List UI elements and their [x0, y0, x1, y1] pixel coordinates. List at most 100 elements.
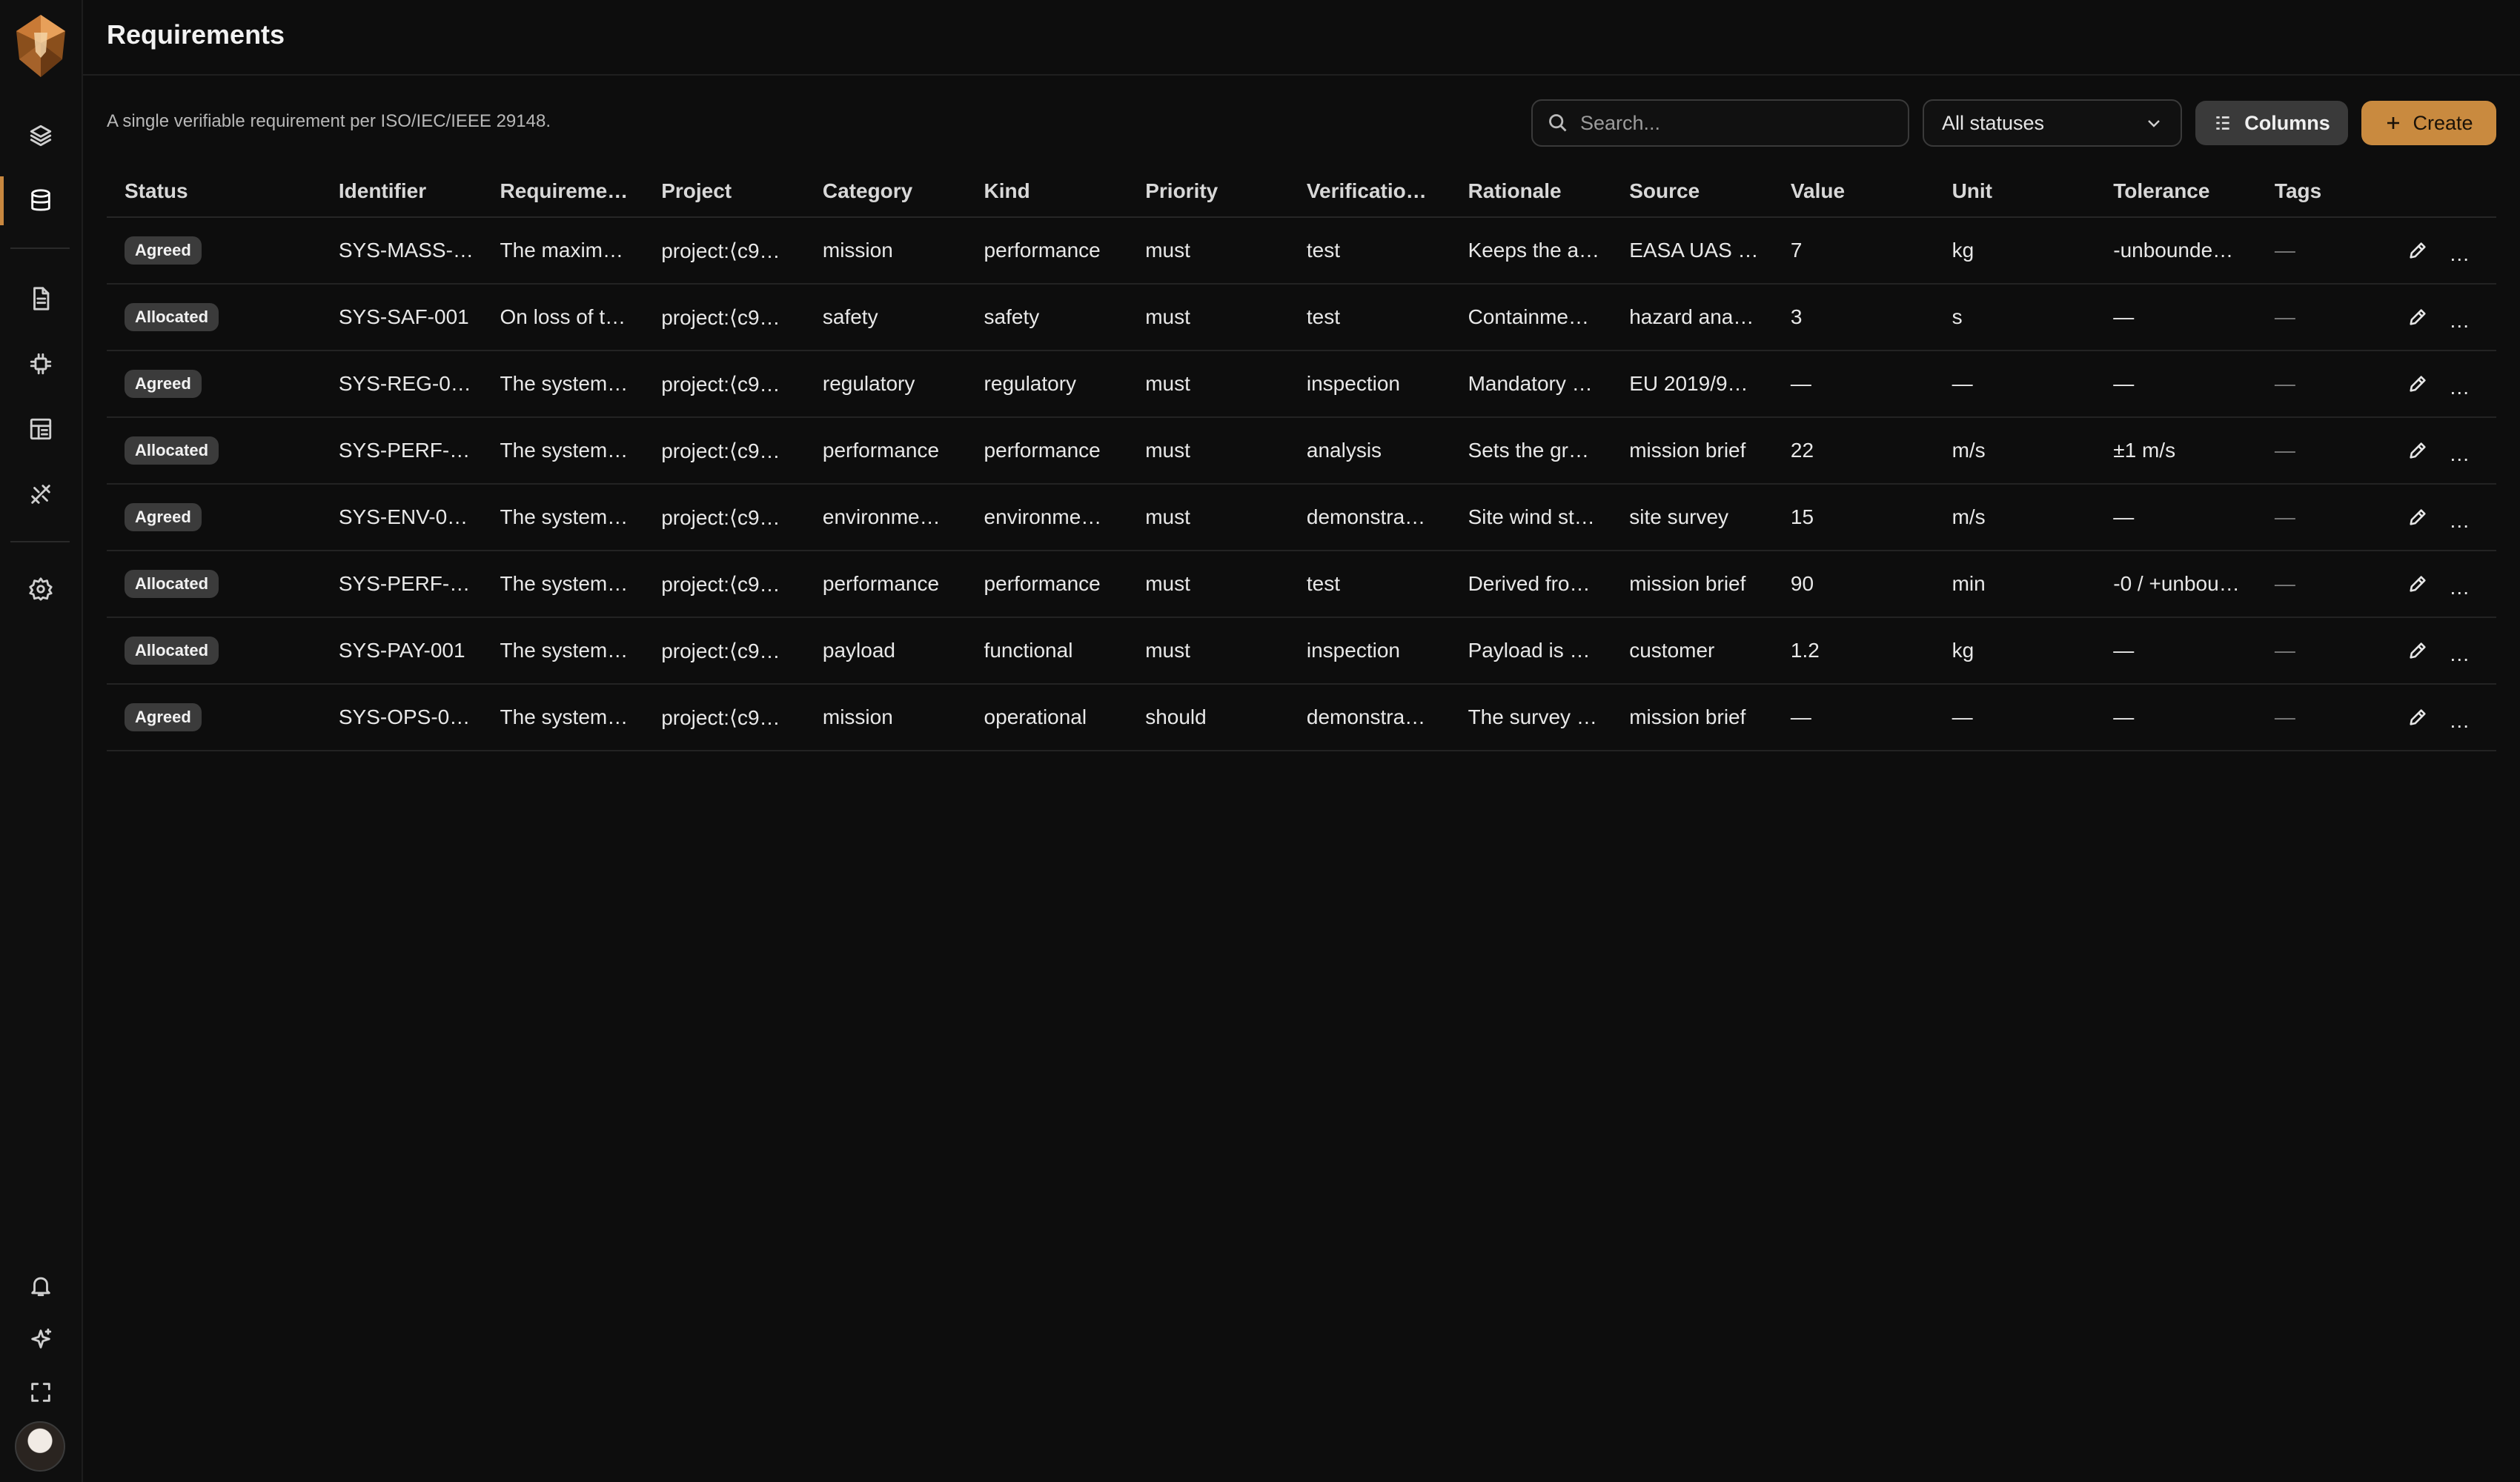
column-header[interactable]: Project	[643, 166, 805, 218]
column-header[interactable]: Status	[107, 166, 321, 218]
source-cell: mission brief	[1611, 551, 1773, 618]
nav-database[interactable]	[0, 173, 82, 228]
nav-layouts[interactable]	[0, 402, 82, 456]
column-header[interactable]: Identifier	[320, 166, 483, 218]
value-cell: 1.2	[1772, 617, 1934, 685]
column-header[interactable]: Priority	[1127, 166, 1289, 218]
status-badge: Agreed	[125, 703, 202, 731]
column-header[interactable]: Source	[1611, 166, 1773, 218]
requirements-table-container: Status Identifier Requireme… Project Categor…	[107, 166, 2496, 751]
nav-tools[interactable]	[0, 467, 82, 522]
edit-button[interactable]	[2401, 301, 2434, 333]
project-cell: project:⟨c9…	[643, 551, 805, 618]
unit-cell: —	[1934, 350, 2096, 418]
verification-cell: test	[1288, 217, 1450, 285]
requirement-cell: The system…	[482, 484, 644, 551]
table-row[interactable]: Allocated SYS-PAY-001 The system… project:⟨…	[107, 617, 2496, 685]
kind-cell: safety	[966, 284, 1128, 351]
status-badge: Allocated	[125, 303, 219, 331]
project-cell: project:⟨c9…	[643, 284, 805, 351]
nav-documents[interactable]	[0, 271, 82, 326]
column-header[interactable]: Value	[1772, 166, 1934, 218]
row-actions	[2387, 551, 2496, 618]
kind-cell: performance	[966, 551, 1128, 618]
column-header[interactable]: Tolerance	[2095, 166, 2257, 218]
requirement-cell: The system…	[482, 617, 644, 685]
column-header[interactable]: Rationale	[1450, 166, 1612, 218]
unit-cell: kg	[1934, 217, 2096, 285]
unit-cell: min	[1934, 551, 2096, 618]
column-header[interactable]: Category	[804, 166, 966, 218]
table-row[interactable]: Agreed SYS-ENV-0… The system… project:⟨c9… e…	[107, 484, 2496, 551]
app-window: Requirements A single verifiable require…	[0, 0, 2520, 1482]
project-cell: project:⟨c9…	[643, 684, 805, 751]
column-header[interactable]: Unit	[1934, 166, 2096, 218]
edit-button[interactable]	[2401, 634, 2434, 667]
search-input[interactable]	[1579, 110, 1878, 136]
source-cell: mission brief	[1611, 684, 1773, 751]
table-row[interactable]: Agreed SYS-MASS-… The maxim… project:⟨c9… mi…	[107, 217, 2496, 285]
kind-cell: operational	[966, 684, 1128, 751]
avatar[interactable]	[15, 1421, 65, 1472]
status-filter-select[interactable]: All statuses	[1923, 99, 2182, 147]
page-title: Requirements	[107, 19, 285, 50]
column-header[interactable]: Tags	[2256, 166, 2387, 218]
create-button[interactable]: Create	[2361, 101, 2496, 145]
edit-button[interactable]	[2401, 234, 2434, 267]
tools-icon	[31, 485, 50, 504]
rationale-cell: Keeps the a…	[1450, 217, 1612, 285]
row-actions	[2387, 284, 2496, 351]
edit-button[interactable]	[2401, 568, 2434, 600]
unit-cell: s	[1934, 284, 2096, 351]
category-cell: payload	[804, 617, 966, 685]
row-actions	[2387, 350, 2496, 418]
app-logo[interactable]	[13, 13, 68, 79]
column-header[interactable]: Verificatio…	[1288, 166, 1450, 218]
tolerance-cell: -unbounde…	[2095, 217, 2257, 285]
status-cell: Allocated	[107, 417, 321, 485]
verification-cell: demonstra…	[1288, 484, 1450, 551]
search-icon	[1549, 114, 1567, 132]
table-row[interactable]: Allocated SYS-SAF-001 On loss of t… project…	[107, 284, 2496, 351]
rationale-cell: Containme…	[1450, 284, 1612, 351]
column-header[interactable]: Kind	[966, 166, 1128, 218]
plus-icon	[2387, 117, 2400, 129]
edit-button[interactable]	[2401, 501, 2434, 534]
nav-notifications[interactable]	[0, 1258, 82, 1313]
tolerance-cell: —	[2095, 284, 2257, 351]
row-actions	[2387, 684, 2496, 751]
nav-components[interactable]	[0, 336, 82, 391]
value-cell: 15	[1772, 484, 1934, 551]
requirement-cell: The maxim…	[482, 217, 644, 285]
column-header[interactable]: Requireme…	[482, 166, 644, 218]
verification-cell: test	[1288, 284, 1450, 351]
nav-layers[interactable]	[0, 108, 82, 163]
priority-cell: must	[1127, 350, 1289, 418]
columns-button[interactable]: Columns	[2195, 101, 2348, 145]
table-row[interactable]: Allocated SYS-PERF-… The system… project:⟨c…	[107, 551, 2496, 618]
columns-button-label: Columns	[2244, 111, 2330, 134]
edit-button[interactable]	[2401, 434, 2434, 467]
category-cell: safety	[804, 284, 966, 351]
pencil-icon	[2410, 509, 2426, 525]
table-row[interactable]: Allocated SYS-PERF-… The system… project:⟨c…	[107, 417, 2496, 485]
status-badge: Allocated	[125, 637, 219, 665]
category-cell: mission	[804, 684, 966, 751]
search-field[interactable]	[1531, 99, 1909, 147]
pencil-icon	[2410, 376, 2426, 392]
category-cell: performance	[804, 417, 966, 485]
nav-fullscreen[interactable]	[0, 1365, 82, 1420]
edit-button[interactable]	[2401, 701, 2434, 734]
table-body: Agreed SYS-MASS-… The maxim… project:⟨c9… mi…	[107, 217, 2496, 751]
table-row[interactable]: Agreed SYS-OPS-0… The system… project:⟨c9… m…	[107, 684, 2496, 751]
nav-ai[interactable]	[0, 1312, 82, 1366]
table-row[interactable]: Agreed SYS-REG-0… The system… project:⟨c9… r…	[107, 350, 2496, 418]
pencil-icon	[2410, 642, 2426, 659]
tags-cell: —	[2256, 617, 2387, 685]
value-cell: —	[1772, 684, 1934, 751]
project-cell: project:⟨c9…	[643, 350, 805, 418]
edit-button[interactable]	[2401, 368, 2434, 400]
nav-settings[interactable]	[0, 562, 82, 617]
value-cell: 7	[1772, 217, 1934, 285]
priority-cell: should	[1127, 684, 1289, 751]
